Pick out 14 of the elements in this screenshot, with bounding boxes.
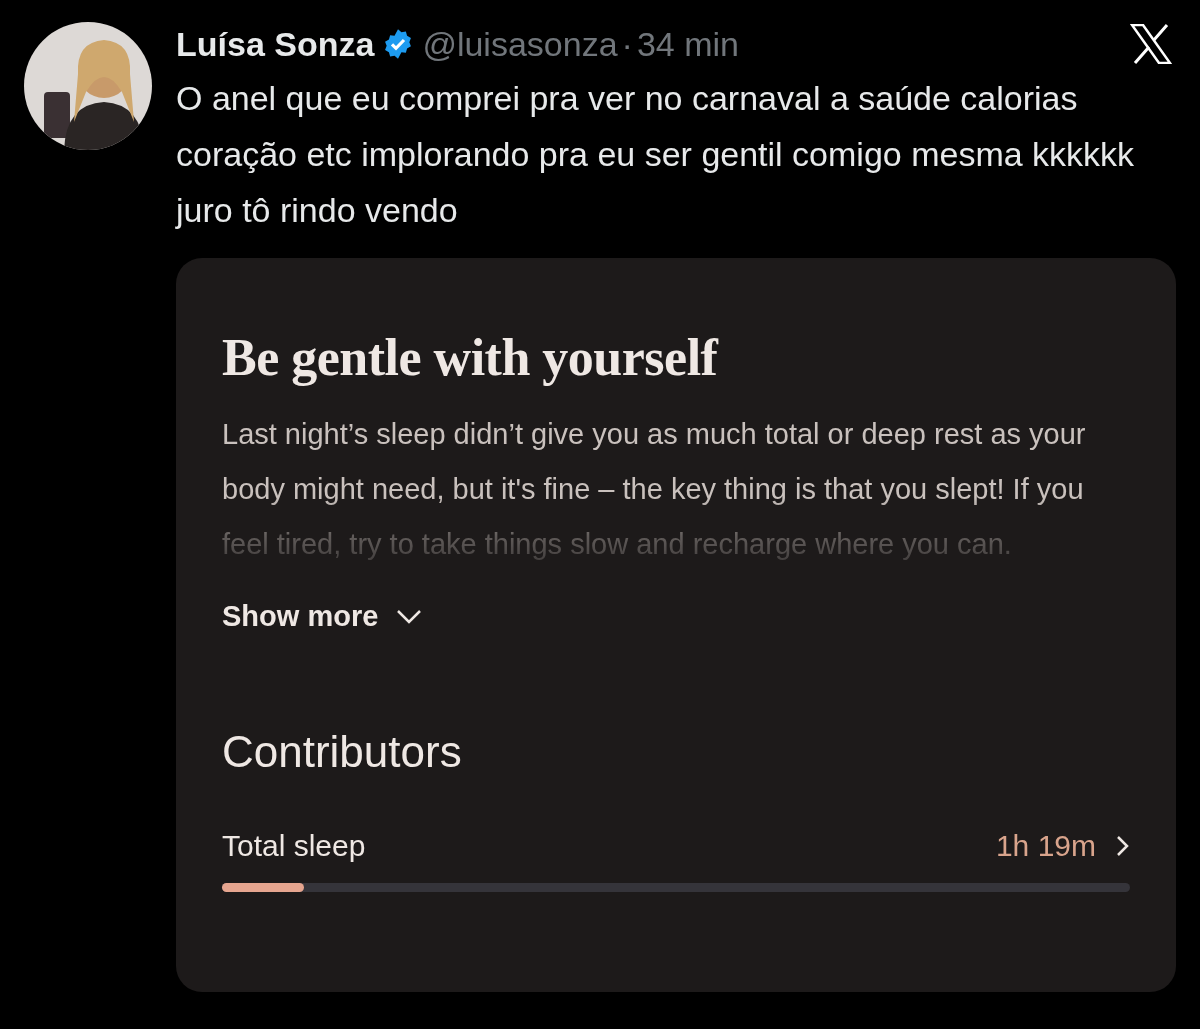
section-title: Contributors [222,727,463,777]
card-heading: Be gentle with yourself [222,328,720,387]
author-handle[interactable]: @luisasonza [422,24,618,64]
contributor-value: 1h 19m [995,829,1096,863]
post-time: 34 min [636,24,739,64]
chevron-right-icon[interactable] [1116,835,1130,857]
show-more-button[interactable]: Show more [222,600,423,633]
separator: · [621,24,633,64]
chevron-down-icon [396,608,423,625]
x-logo-icon [1130,24,1172,64]
card-body-text: Last night’s sleep didn’t give you as much total or deep rest as your body might need, but it's fine – the key thing is that you slept! If you feel tired, try to take things slow and recharge where you can. [222,417,1087,562]
contributor-label: Total sleep [222,829,366,863]
tweet-text: O anel que eu comprei pra ver no carnaval a saúde calorias coração etc implorando pra eu ser gentil comigo mesma kkkkkk juro tô rindo vendo [176,78,1136,231]
author-name[interactable]: Luísa Sonza [176,24,375,64]
